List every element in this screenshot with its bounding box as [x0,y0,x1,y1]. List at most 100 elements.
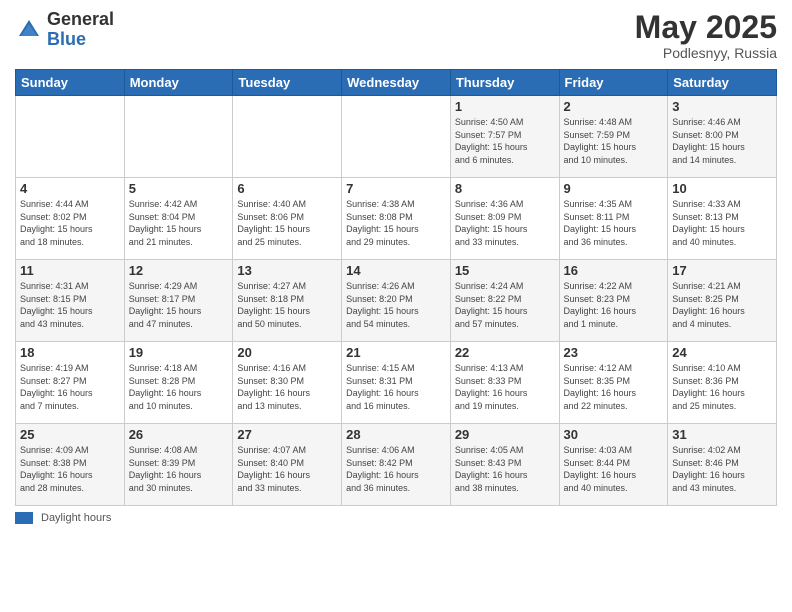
day-number: 2 [564,99,664,114]
day-number: 19 [129,345,229,360]
calendar-day-cell: 7Sunrise: 4:38 AM Sunset: 8:08 PM Daylig… [342,178,451,260]
calendar-day-cell: 11Sunrise: 4:31 AM Sunset: 8:15 PM Dayli… [16,260,125,342]
day-info: Sunrise: 4:06 AM Sunset: 8:42 PM Dayligh… [346,444,446,494]
day-info: Sunrise: 4:22 AM Sunset: 8:23 PM Dayligh… [564,280,664,330]
day-info: Sunrise: 4:35 AM Sunset: 8:11 PM Dayligh… [564,198,664,248]
day-number: 8 [455,181,555,196]
day-info: Sunrise: 4:13 AM Sunset: 8:33 PM Dayligh… [455,362,555,412]
calendar-day-cell: 12Sunrise: 4:29 AM Sunset: 8:17 PM Dayli… [124,260,233,342]
page-header: General Blue May 2025 Podlesnyy, Russia [15,10,777,61]
calendar-header-row: SundayMondayTuesdayWednesdayThursdayFrid… [16,70,777,96]
calendar-day-cell [233,96,342,178]
calendar-day-cell: 22 Sunrise: 4:13 AM Sunset: 8:33 PM Dayli… [450,342,559,424]
day-number: 28 [346,427,446,442]
calendar-day-cell: 16 Sunrise: 4:22 AM Sunset: 8:23 PM Dayli… [559,260,668,342]
calendar-day-cell: 6Sunrise: 4:40 AM Sunset: 8:06 PM Daylig… [233,178,342,260]
day-info: Sunrise: 4:03 AM Sunset: 8:44 PM Dayligh… [564,444,664,494]
day-number: 30 [564,427,664,442]
calendar-week-row: 1 Sunrise: 4:50 AM Sunset: 7:57 PM Daylig… [16,96,777,178]
calendar-day-cell: 27 Sunrise: 4:07 AM Sunset: 8:40 PM Dayli… [233,424,342,506]
calendar-day-cell: 5 Sunrise: 4:42 AM Sunset: 8:04 PM Daylig… [124,178,233,260]
logo-icon [15,16,43,44]
day-info: Sunrise: 4:09 AM Sunset: 8:38 PM Dayligh… [20,444,120,494]
logo-blue-text: Blue [47,30,114,50]
location: Podlesnyy, Russia [635,45,777,61]
day-number: 27 [237,427,337,442]
day-number: 9 [564,181,664,196]
calendar-day-cell: 31 Sunrise: 4:02 AM Sunset: 8:46 PM Dayli… [668,424,777,506]
calendar-week-row: 18 Sunrise: 4:19 AM Sunset: 8:27 PM Dayli… [16,342,777,424]
day-info: Sunrise: 4:42 AM Sunset: 8:04 PM Dayligh… [129,198,229,248]
day-info: Sunrise: 4:10 AM Sunset: 8:36 PM Dayligh… [672,362,772,412]
day-number: 24 [672,345,772,360]
day-number: 3 [672,99,772,114]
calendar-day-cell: 3 Sunrise: 4:46 AM Sunset: 8:00 PM Daylig… [668,96,777,178]
day-number: 6 [237,181,337,196]
calendar-day-cell [342,96,451,178]
calendar-week-row: 25 Sunrise: 4:09 AM Sunset: 8:38 PM Dayli… [16,424,777,506]
calendar-day-header: Monday [124,70,233,96]
calendar-day-cell: 10 Sunrise: 4:33 AM Sunset: 8:13 PM Dayli… [668,178,777,260]
calendar-day-cell: 28 Sunrise: 4:06 AM Sunset: 8:42 PM Dayli… [342,424,451,506]
calendar-week-row: 4 Sunrise: 4:44 AM Sunset: 8:02 PM Daylig… [16,178,777,260]
day-info: Sunrise: 4:36 AM Sunset: 8:09 PM Dayligh… [455,198,555,248]
calendar-day-header: Thursday [450,70,559,96]
day-number: 21 [346,345,446,360]
calendar-day-cell: 13 Sunrise: 4:27 AM Sunset: 8:18 PM Dayli… [233,260,342,342]
calendar-day-cell: 24 Sunrise: 4:10 AM Sunset: 8:36 PM Dayli… [668,342,777,424]
calendar-day-cell: 4 Sunrise: 4:44 AM Sunset: 8:02 PM Daylig… [16,178,125,260]
day-info: Sunrise: 4:02 AM Sunset: 8:46 PM Dayligh… [672,444,772,494]
calendar-day-cell: 23 Sunrise: 4:12 AM Sunset: 8:35 PM Dayli… [559,342,668,424]
legend-color-box [15,512,33,524]
day-info: Sunrise: 4:12 AM Sunset: 8:35 PM Dayligh… [564,362,664,412]
day-number: 4 [20,181,120,196]
day-info: Sunrise: 4:50 AM Sunset: 7:57 PM Dayligh… [455,116,555,166]
day-info: Sunrise: 4:46 AM Sunset: 8:00 PM Dayligh… [672,116,772,166]
day-number: 29 [455,427,555,442]
calendar-day-cell: 2 Sunrise: 4:48 AM Sunset: 7:59 PM Daylig… [559,96,668,178]
calendar-day-header: Tuesday [233,70,342,96]
day-info: Sunrise: 4:33 AM Sunset: 8:13 PM Dayligh… [672,198,772,248]
day-number: 14 [346,263,446,278]
calendar-day-cell: 30 Sunrise: 4:03 AM Sunset: 8:44 PM Dayli… [559,424,668,506]
day-number: 15 [455,263,555,278]
calendar-day-cell: 8 Sunrise: 4:36 AM Sunset: 8:09 PM Daylig… [450,178,559,260]
logo: General Blue [15,10,114,50]
day-number: 10 [672,181,772,196]
day-info: Sunrise: 4:05 AM Sunset: 8:43 PM Dayligh… [455,444,555,494]
day-number: 13 [237,263,337,278]
month-title: May 2025 [635,10,777,45]
calendar-day-cell: 25 Sunrise: 4:09 AM Sunset: 8:38 PM Dayli… [16,424,125,506]
calendar-table: SundayMondayTuesdayWednesdayThursdayFrid… [15,69,777,506]
calendar-day-cell: 29 Sunrise: 4:05 AM Sunset: 8:43 PM Dayli… [450,424,559,506]
day-info: Sunrise: 4:15 AM Sunset: 8:31 PM Dayligh… [346,362,446,412]
day-info: Sunrise: 4:16 AM Sunset: 8:30 PM Dayligh… [237,362,337,412]
day-number: 16 [564,263,664,278]
day-number: 25 [20,427,120,442]
day-info: Sunrise: 4:38 AM Sunset: 8:08 PM Dayligh… [346,198,446,248]
day-number: 18 [20,345,120,360]
day-info: Sunrise: 4:18 AM Sunset: 8:28 PM Dayligh… [129,362,229,412]
calendar-day-cell: 1 Sunrise: 4:50 AM Sunset: 7:57 PM Daylig… [450,96,559,178]
calendar-day-header: Friday [559,70,668,96]
day-info: Sunrise: 4:08 AM Sunset: 8:39 PM Dayligh… [129,444,229,494]
day-number: 23 [564,345,664,360]
calendar-day-cell: 14Sunrise: 4:26 AM Sunset: 8:20 PM Dayli… [342,260,451,342]
day-info: Sunrise: 4:24 AM Sunset: 8:22 PM Dayligh… [455,280,555,330]
day-number: 26 [129,427,229,442]
day-info: Sunrise: 4:27 AM Sunset: 8:18 PM Dayligh… [237,280,337,330]
calendar-day-cell [124,96,233,178]
calendar-day-cell: 26 Sunrise: 4:08 AM Sunset: 8:39 PM Dayli… [124,424,233,506]
day-info: Sunrise: 4:19 AM Sunset: 8:27 PM Dayligh… [20,362,120,412]
day-number: 5 [129,181,229,196]
day-info: Sunrise: 4:07 AM Sunset: 8:40 PM Dayligh… [237,444,337,494]
day-number: 11 [20,263,120,278]
day-info: Sunrise: 4:44 AM Sunset: 8:02 PM Dayligh… [20,198,120,248]
day-number: 22 [455,345,555,360]
day-number: 1 [455,99,555,114]
day-number: 31 [672,427,772,442]
day-info: Sunrise: 4:48 AM Sunset: 7:59 PM Dayligh… [564,116,664,166]
calendar-day-cell: 17Sunrise: 4:21 AM Sunset: 8:25 PM Dayli… [668,260,777,342]
title-block: May 2025 Podlesnyy, Russia [635,10,777,61]
calendar-day-cell: 19 Sunrise: 4:18 AM Sunset: 8:28 PM Dayli… [124,342,233,424]
